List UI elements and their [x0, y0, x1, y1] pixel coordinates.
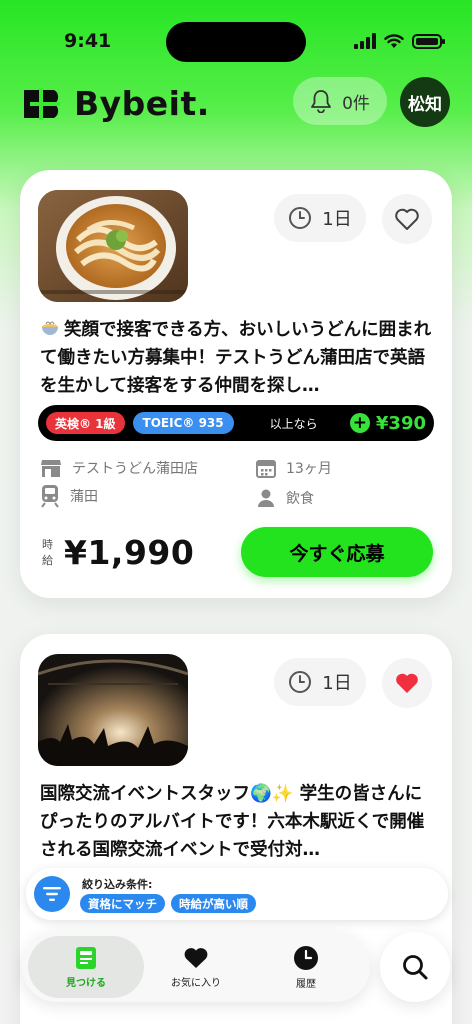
brand: Bybeit.: [24, 84, 210, 123]
eiken-badge: 英検® 1級: [46, 412, 125, 434]
bonus-value: ¥390: [375, 412, 426, 434]
search-icon: [403, 955, 428, 980]
signal-icon: [354, 33, 376, 49]
brand-logo-icon: [24, 87, 60, 120]
heart-outline-icon: [395, 208, 419, 230]
wage: 時給 ¥1,990: [42, 533, 194, 572]
plus-icon: +: [349, 413, 370, 433]
avatar[interactable]: 松知: [400, 77, 450, 127]
tab-find[interactable]: 見つける: [28, 936, 144, 998]
heart-filled-icon: [396, 673, 418, 693]
posted-days: 1日: [322, 673, 352, 694]
tab-favorites[interactable]: お気に入り: [138, 936, 254, 998]
status-bar: 9:41: [0, 0, 472, 80]
wifi-icon: [384, 33, 404, 48]
clock-icon: [294, 945, 318, 970]
apply-now-button[interactable]: 今すぐ応募: [241, 527, 433, 577]
station-name: 蒲田: [70, 489, 98, 505]
condition-text: 以上なら: [269, 416, 318, 431]
posted-days: 1日: [322, 209, 352, 230]
wage-label: 時給: [42, 537, 53, 567]
clock-icon: [289, 671, 312, 693]
store-info: テストうどん蒲田店: [40, 458, 198, 478]
duration-info: 13ヶ月: [256, 458, 332, 478]
job-title[interactable]: 国際交流イベントスタッフ🌍✨ 学生の皆さんにぴったりのアルバイトです！六本木駅近…: [40, 780, 435, 864]
notification-count: 0件: [342, 93, 370, 114]
system-icons: [354, 33, 445, 49]
dynamic-island: [166, 22, 306, 62]
favorite-button[interactable]: [382, 194, 432, 244]
posted-days-badge: 1日: [274, 194, 366, 242]
wage-value: ¥1,990: [64, 533, 195, 572]
tab-history[interactable]: 履歴: [248, 936, 364, 998]
filter-button[interactable]: [34, 876, 70, 912]
filter-icon: [43, 887, 61, 901]
job-thumbnail: [38, 654, 188, 766]
favorite-button[interactable]: [382, 658, 432, 708]
bonus-amount: + ¥390: [349, 412, 426, 434]
battery-icon: [412, 33, 445, 49]
job-thumbnail: [38, 190, 188, 302]
filter-chip-qualification[interactable]: 資格にマッチ: [80, 894, 165, 913]
store-icon: [41, 460, 61, 477]
station-info: 蒲田: [40, 484, 98, 508]
qualification-bar: 英検® 1級 TOEIC® 935 以上なら + ¥390: [38, 405, 434, 441]
posted-days-badge: 1日: [274, 658, 366, 706]
job-card[interactable]: 1日 笑顔で接客できる方、おいしいうどんに囲まれて働きたい方募集中！テストうどん…: [20, 170, 452, 598]
train-icon: [41, 485, 59, 508]
filter-label: 絞り込み条件:: [82, 878, 153, 891]
job-title-text: 笑顔で接客できる方、おいしいうどんに囲まれて働きたい方募集中！テストうどん蒲田店…: [40, 320, 432, 396]
filter-chip-wage-sort[interactable]: 時給が高い順: [171, 894, 256, 913]
tab-favorites-label: お気に入り: [171, 977, 221, 989]
filter-bar[interactable]: 絞り込み条件: 資格にマッチ 時給が高い順: [26, 868, 448, 920]
heart-icon: [184, 947, 208, 968]
job-title[interactable]: 笑顔で接客できる方、おいしいうどんに囲まれて働きたい方募集中！テストうどん蒲田店…: [40, 316, 435, 400]
toeic-badge: TOEIC® 935: [132, 412, 234, 434]
tab-history-label: 履歴: [296, 978, 316, 990]
notification-button[interactable]: 0件: [293, 77, 387, 125]
calendar-icon: [256, 460, 276, 478]
status-time: 9:41: [64, 30, 112, 52]
tab-find-label: 見つける: [66, 977, 106, 989]
filter-chips: 資格にマッチ 時給が高い順: [80, 894, 256, 913]
clock-icon: [289, 207, 312, 229]
bell-icon: [311, 90, 331, 113]
duration: 13ヶ月: [286, 461, 332, 477]
udon-bowl-icon: [42, 321, 58, 335]
category-info: 飲食: [256, 488, 314, 508]
store-name: テストうどん蒲田店: [72, 461, 198, 477]
search-button[interactable]: [380, 932, 450, 1002]
person-icon: [258, 489, 274, 507]
category: 飲食: [286, 491, 314, 507]
brand-name: Bybeit.: [74, 84, 210, 123]
find-icon: [76, 946, 96, 969]
tab-bar: 見つける お気に入り 履歴: [22, 932, 370, 1002]
